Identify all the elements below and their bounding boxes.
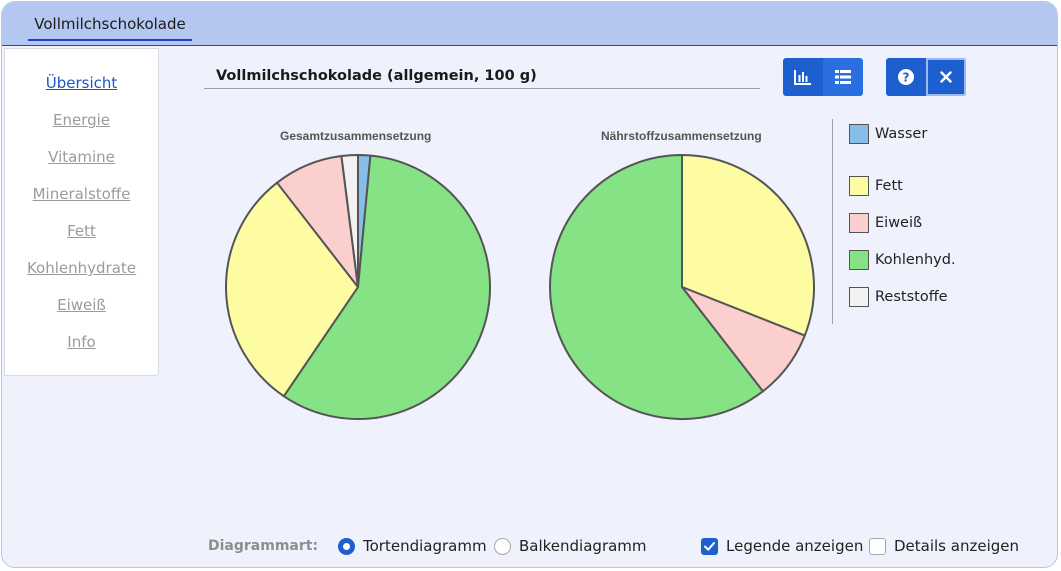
sidebar: Übersicht Energie Vitamine Mineralstoffe… bbox=[4, 48, 159, 376]
legend-item-fett: Fett bbox=[849, 175, 903, 197]
legend-label: Fett bbox=[875, 178, 903, 194]
chart-title-naehrstoff: Nährstoffzusammensetzung bbox=[601, 129, 762, 143]
title-divider bbox=[204, 88, 760, 89]
show-legend-checkbox[interactable] bbox=[701, 537, 718, 555]
sidebar-item-energie[interactable]: Energie bbox=[5, 111, 158, 129]
table-icon bbox=[835, 70, 851, 84]
legend-swatch bbox=[849, 176, 869, 196]
radio-bar-label[interactable]: Balkendiagramm bbox=[519, 537, 647, 555]
svg-text:?: ? bbox=[903, 71, 910, 85]
legend-label: Reststoffe bbox=[875, 289, 948, 305]
app-window: Vollmilchschokolade Übersicht Energie Vi… bbox=[1, 1, 1058, 568]
bar-chart-icon bbox=[794, 70, 811, 85]
sidebar-item-vitamine[interactable]: Vitamine bbox=[5, 148, 158, 166]
tab-vollmilchschokolade[interactable]: Vollmilchschokolade bbox=[28, 2, 192, 41]
diagram-type-label: Diagrammart: bbox=[208, 538, 319, 554]
sidebar-item-kohlenhydrate[interactable]: Kohlenhydrate bbox=[5, 259, 158, 277]
sidebar-item-mineralstoffe[interactable]: Mineralstoffe bbox=[5, 185, 158, 203]
question-circle-icon: ? bbox=[898, 69, 914, 85]
legend-item-reststoffe: Reststoffe bbox=[849, 286, 948, 308]
diagram-type-group: Diagrammart: bbox=[208, 535, 318, 557]
pie-chart-gesamt bbox=[225, 154, 491, 420]
legend-label: Kohlenhyd. bbox=[875, 252, 956, 268]
radio-pie-label[interactable]: Tortendiagramm bbox=[363, 537, 487, 555]
sidebar-item-info[interactable]: Info bbox=[5, 333, 158, 351]
legend-label: Wasser bbox=[875, 126, 928, 142]
show-legend-label[interactable]: Legende anzeigen bbox=[726, 537, 863, 555]
chart-title-gesamt: Gesamtzusammensetzung bbox=[280, 129, 432, 143]
sidebar-item-eiweiss[interactable]: Eiweiß bbox=[5, 296, 158, 314]
view-toggle-group bbox=[783, 58, 863, 96]
show-details-option[interactable]: Details anzeigen bbox=[869, 535, 1019, 557]
show-details-label[interactable]: Details anzeigen bbox=[894, 537, 1019, 555]
bar-chart-view-button[interactable] bbox=[783, 58, 823, 96]
close-button[interactable] bbox=[926, 58, 966, 96]
legend-item-kohlenhyd: Kohlenhyd. bbox=[849, 249, 956, 271]
legend-swatch bbox=[849, 287, 869, 307]
legend-divider bbox=[832, 119, 833, 324]
sidebar-item-uebersicht[interactable]: Übersicht bbox=[5, 74, 158, 92]
radio-bar[interactable] bbox=[494, 537, 511, 555]
sidebar-item-fett[interactable]: Fett bbox=[5, 222, 158, 240]
close-icon bbox=[940, 71, 952, 83]
legend-swatch bbox=[849, 213, 869, 233]
pie-chart-naehrstoff bbox=[549, 154, 815, 420]
legend-swatch bbox=[849, 250, 869, 270]
tab-bar: Vollmilchschokolade bbox=[2, 2, 1057, 46]
help-button[interactable]: ? bbox=[886, 58, 926, 96]
legend-item-eiweiss: Eiweiß bbox=[849, 212, 922, 234]
radio-pie-option[interactable]: Tortendiagramm bbox=[338, 535, 487, 557]
show-legend-option[interactable]: Legende anzeigen bbox=[701, 535, 863, 557]
radio-bar-option[interactable]: Balkendiagramm bbox=[494, 535, 647, 557]
page-title: Vollmilchschokolade (allgemein, 100 g) bbox=[216, 68, 537, 84]
radio-pie[interactable] bbox=[338, 537, 355, 555]
legend-label: Eiweiß bbox=[875, 215, 923, 231]
table-view-button[interactable] bbox=[823, 58, 863, 96]
legend-swatch bbox=[849, 124, 869, 144]
legend-item-wasser: Wasser bbox=[849, 123, 927, 145]
help-close-group: ? bbox=[886, 58, 966, 96]
checkmark-icon bbox=[704, 541, 715, 551]
show-details-checkbox[interactable] bbox=[869, 537, 886, 555]
